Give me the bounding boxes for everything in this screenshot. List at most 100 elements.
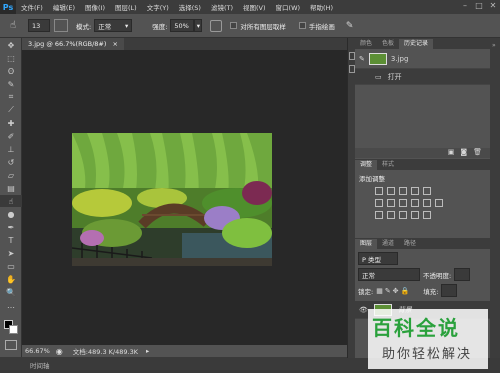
- tab-channels[interactable]: 通道: [377, 239, 399, 249]
- pressure-icon[interactable]: [210, 19, 223, 32]
- menu-item-5[interactable]: 选择(S): [174, 2, 206, 12]
- tab-layers[interactable]: 图层: [355, 239, 378, 249]
- blend-mode-select[interactable]: 正常: [358, 268, 420, 281]
- gradient-map-icon[interactable]: [411, 211, 419, 219]
- threshold-icon[interactable]: [399, 211, 407, 219]
- eraser-tool-icon[interactable]: ▱: [0, 169, 22, 181]
- lock-icons[interactable]: ▦✎✥🔒: [376, 287, 411, 295]
- maximize-icon[interactable]: □: [474, 1, 484, 11]
- menu-item-3[interactable]: 图层(L): [110, 2, 142, 12]
- close-icon[interactable]: ✕: [488, 1, 498, 11]
- tab-swatches[interactable]: 色板: [377, 39, 399, 49]
- mode-select[interactable]: 正常 ▾: [94, 19, 133, 32]
- canvas-area[interactable]: [22, 50, 347, 345]
- collapsed-panel-strip: [347, 38, 355, 358]
- shape-tool-icon[interactable]: ▭: [0, 260, 22, 272]
- menu-item-0[interactable]: 文件(F): [16, 2, 48, 12]
- eye-icon[interactable]: 👁: [359, 306, 368, 314]
- tab-adjustments[interactable]: 调整: [355, 160, 378, 170]
- pen-tool-icon[interactable]: ✒: [0, 221, 22, 233]
- finger-paint-checkbox[interactable]: [298, 22, 306, 29]
- brush-panel-icon[interactable]: [54, 19, 68, 32]
- document-tab[interactable]: 3.jpg @ 66.7%(RGB/8#) ×: [22, 38, 124, 50]
- tab-history[interactable]: 历史记录: [399, 39, 434, 49]
- eyedropper-tool-icon[interactable]: ⟋: [0, 104, 22, 116]
- type-tool-icon[interactable]: T: [0, 234, 22, 246]
- background-color-swatch[interactable]: [9, 325, 18, 334]
- menu-item-9[interactable]: 帮助(H): [305, 2, 338, 12]
- menu-item-8[interactable]: 窗口(W): [271, 2, 306, 12]
- history-brush-tool-icon[interactable]: ↺: [0, 156, 22, 168]
- layer-kind-filter[interactable]: P 类型: [358, 252, 398, 265]
- menu-item-1[interactable]: 编辑(E): [48, 2, 80, 12]
- color-balance-icon[interactable]: [387, 199, 395, 207]
- brush-size-picker[interactable]: 13: [28, 19, 50, 32]
- menu-item-7[interactable]: 视图(V): [238, 2, 271, 12]
- move-tool-icon[interactable]: ✥: [0, 39, 22, 51]
- strength-slider-toggle[interactable]: ▾: [194, 19, 203, 32]
- document-size: 文档:489.3 K/489.3K: [72, 348, 138, 356]
- selective-color-icon[interactable]: [423, 211, 431, 219]
- watermark-line1: 百科全说: [372, 316, 460, 340]
- gradient-tool-icon[interactable]: ▤: [0, 182, 22, 194]
- lasso-tool-icon[interactable]: ʘ: [0, 65, 22, 77]
- channel-mixer-icon[interactable]: [423, 199, 431, 207]
- tab-color[interactable]: 颜色: [355, 39, 377, 49]
- brush-tool-icon[interactable]: ✐: [0, 130, 22, 142]
- brightness-icon[interactable]: [375, 187, 383, 195]
- close-tab-icon[interactable]: ×: [112, 40, 117, 48]
- hand-tool-icon[interactable]: ✋: [0, 273, 22, 285]
- tab-paths[interactable]: 路径: [399, 239, 421, 249]
- black-white-icon[interactable]: [399, 199, 407, 207]
- status-arrow-icon[interactable]: ◉: [56, 347, 63, 356]
- mode-value: 正常: [98, 22, 112, 31]
- levels-icon[interactable]: [387, 187, 395, 195]
- curves-icon[interactable]: [399, 187, 407, 195]
- color-lookup-icon[interactable]: [435, 199, 443, 207]
- history-step-label: 打开: [387, 72, 402, 81]
- zoom-level[interactable]: 66.67%: [25, 347, 50, 355]
- menu-item-4[interactable]: 文字(Y): [142, 2, 174, 12]
- posterize-icon[interactable]: [387, 211, 395, 219]
- panel-collapse-icon[interactable]: »: [492, 42, 500, 49]
- strength-value: 50%: [174, 21, 189, 30]
- clone-stamp-tool-icon[interactable]: ⊥: [0, 143, 22, 155]
- invert-icon[interactable]: [375, 211, 383, 219]
- quick-select-tool-icon[interactable]: ✎: [0, 78, 22, 90]
- photo-filter-icon[interactable]: [411, 199, 419, 207]
- document-photo[interactable]: [72, 133, 272, 266]
- status-menu-icon[interactable]: ▸: [146, 347, 149, 355]
- smudge-tool-icon-active[interactable]: ☝: [0, 195, 22, 207]
- menu-item-2[interactable]: 图像(I): [80, 2, 110, 12]
- pen-pressure-icon[interactable]: ✎: [346, 21, 354, 31]
- history-panel-tabs: 颜色 色板 历史记录: [355, 38, 490, 49]
- minimize-icon[interactable]: –: [460, 1, 470, 11]
- crop-tool-icon[interactable]: ⌗: [0, 91, 22, 103]
- camera-icon[interactable]: ◙: [460, 148, 467, 158]
- history-panel: 颜色 色板 历史记录 ✎ 3.jpg ▭ 打开 ▣ ◙ 🗑: [355, 38, 490, 158]
- status-bar: 66.67% ◉ 文档:489.3 K/489.3K ▸: [22, 345, 347, 357]
- opacity-input[interactable]: [454, 268, 471, 281]
- exposure-icon[interactable]: [411, 187, 419, 195]
- menu-item-6[interactable]: 滤镜(T): [206, 2, 238, 12]
- fill-input[interactable]: [441, 284, 458, 297]
- timeline-label[interactable]: 时间轴: [30, 360, 50, 370]
- edit-toolbar-icon[interactable]: …: [0, 299, 22, 311]
- zoom-tool-icon[interactable]: 🔍: [0, 286, 22, 298]
- tab-styles[interactable]: 样式: [377, 160, 399, 170]
- sample-all-checkbox[interactable]: [230, 22, 238, 29]
- strength-input[interactable]: 50%: [170, 19, 195, 32]
- healing-tool-icon[interactable]: ✚: [0, 117, 22, 129]
- path-select-tool-icon[interactable]: ➤: [0, 247, 22, 259]
- new-document-icon[interactable]: ▣: [448, 148, 455, 158]
- quick-mask-icon[interactable]: [5, 340, 17, 350]
- marquee-tool-icon[interactable]: ⬚: [0, 52, 22, 64]
- smudge-tool-icon[interactable]: ☝: [0, 16, 26, 36]
- trash-icon[interactable]: 🗑: [473, 148, 482, 158]
- hue-saturation-icon[interactable]: [375, 199, 383, 207]
- history-snapshot-row[interactable]: ✎ 3.jpg: [355, 49, 490, 69]
- toolbox: ✥ ⬚ ʘ ✎ ⌗ ⟋ ✚ ✐ ⊥ ↺ ▱ ▤ ☝ ● ✒ T ➤ ▭ ✋ 🔍 …: [0, 38, 22, 358]
- dodge-tool-icon[interactable]: ●: [0, 208, 22, 220]
- history-step-open[interactable]: ▭ 打开: [355, 69, 490, 85]
- vibrance-icon[interactable]: [423, 187, 431, 195]
